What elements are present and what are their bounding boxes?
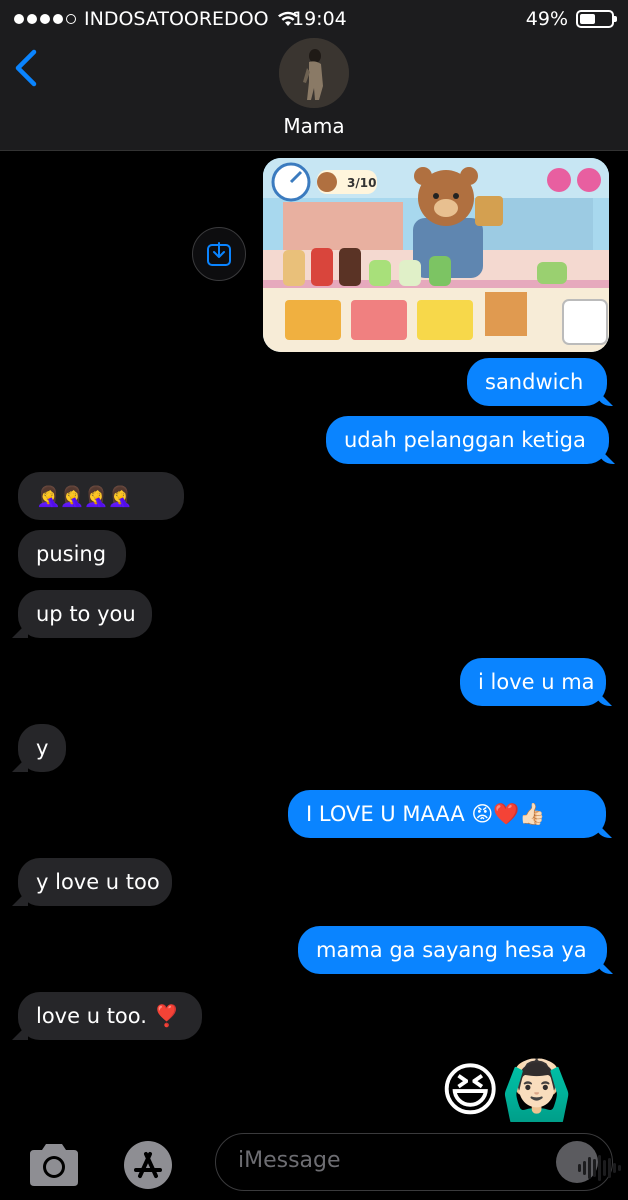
camera-icon: [30, 1144, 78, 1186]
image-attachment[interactable]: 3/10: [263, 158, 609, 352]
audio-message-button[interactable]: [556, 1141, 621, 1183]
camera-button[interactable]: [24, 1142, 84, 1188]
save-to-photos-icon: [207, 242, 231, 266]
battery-icon: [576, 10, 617, 28]
message-bubble[interactable]: udah pelanggan ketiga: [326, 416, 609, 464]
message-bubble[interactable]: I LOVE U MAAA 😡❤️👍🏻: [288, 790, 606, 838]
signal-strength-icon: [14, 14, 76, 24]
back-chevron-icon: [15, 49, 37, 87]
game-screenshot: 3/10: [263, 158, 609, 352]
contact-avatar[interactable]: [279, 38, 349, 108]
app-store-icon: [124, 1141, 172, 1189]
emoji-message[interactable]: 😆🙆🏻‍♂️: [440, 1058, 573, 1122]
status-bar: INDOSATOOREDOO 19:04 49%: [0, 0, 628, 38]
message-bubble[interactable]: up to you: [18, 590, 152, 638]
message-input-placeholder: iMessage: [238, 1148, 341, 1173]
battery-status: 49%: [525, 8, 617, 30]
audio-waveform-icon: [578, 1155, 621, 1181]
message-bubble[interactable]: y love u too: [18, 858, 172, 906]
battery-percent: 49%: [525, 8, 568, 30]
message-input[interactable]: iMessage: [215, 1133, 621, 1191]
app-store-button[interactable]: [118, 1140, 178, 1190]
avatar-photo: [279, 38, 349, 108]
message-bubble[interactable]: love u too. ❣️: [18, 992, 202, 1040]
message-bubble[interactable]: 🤦‍♀️🤦‍♀️🤦‍♀️🤦‍♀️: [18, 472, 184, 520]
message-bubble[interactable]: sandwich: [467, 358, 607, 406]
back-button[interactable]: [12, 48, 42, 88]
game-counter: 3/10: [347, 176, 376, 190]
message-bubble[interactable]: y: [18, 724, 66, 772]
clock: 19:04: [292, 8, 347, 30]
carrier-info: INDOSATOOREDOO: [14, 8, 299, 30]
message-bubble[interactable]: mama ga sayang hesa ya: [298, 926, 607, 974]
message-bubble[interactable]: pusing: [18, 530, 126, 578]
contact-name[interactable]: Mama: [0, 114, 628, 138]
message-bubble[interactable]: i love u ma: [460, 658, 606, 706]
conversation-header: Mama: [0, 38, 628, 151]
composer-bar: iMessage: [0, 1128, 628, 1200]
save-image-button[interactable]: [192, 227, 246, 281]
carrier-name: INDOSATOOREDOO: [84, 8, 269, 30]
